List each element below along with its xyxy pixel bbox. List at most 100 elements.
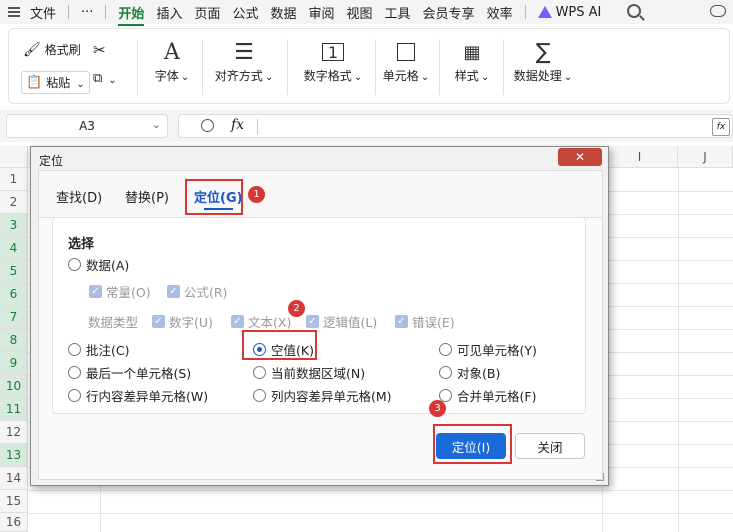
row-header[interactable]: 5 bbox=[0, 260, 28, 283]
cloud-upload-icon[interactable] bbox=[710, 5, 726, 17]
menu-tab-member[interactable]: 会员专享 bbox=[417, 3, 481, 22]
wps-ai-label: WPS AI bbox=[555, 4, 602, 20]
radio-visible-cells[interactable]: 可见单元格(Y) bbox=[439, 340, 537, 359]
style-label: 样式 bbox=[455, 67, 489, 84]
checkbox-constant[interactable]: ✓ 常量(O) bbox=[89, 282, 151, 301]
align-button[interactable]: ☰ 对齐方式 bbox=[209, 37, 279, 84]
paint-brush-icon: 🖌 bbox=[23, 41, 41, 58]
row-header[interactable]: 2 bbox=[0, 191, 28, 214]
row-header[interactable]: 10 bbox=[0, 375, 28, 398]
radio-current-region[interactable]: 当前数据区域(N) bbox=[253, 363, 365, 382]
radio-last-cell[interactable]: 最后一个单元格(S) bbox=[68, 363, 191, 382]
checkbox-formula-label: 公式(R) bbox=[184, 285, 228, 300]
cell-button[interactable]: 单元格 bbox=[379, 37, 433, 84]
tab-replace[interactable]: 替换(P) bbox=[125, 187, 169, 206]
name-box[interactable]: A3 ⌄ bbox=[6, 114, 168, 138]
ribbon-divider bbox=[137, 39, 138, 95]
radio-visible-cells-label: 可见单元格(Y) bbox=[457, 343, 537, 358]
hamburger-icon[interactable] bbox=[8, 7, 20, 17]
copy-button[interactable]: ⧉ bbox=[93, 71, 117, 86]
row-header[interactable]: 9 bbox=[0, 352, 28, 375]
row-header[interactable]: 7 bbox=[0, 306, 28, 329]
radio-dot bbox=[68, 366, 81, 379]
close-icon[interactable]: ✕ bbox=[558, 148, 602, 166]
menu-tab-efficiency[interactable]: 效率 bbox=[481, 3, 519, 22]
row-header[interactable]: 14 bbox=[0, 467, 28, 490]
radio-merged-cells[interactable]: 合并单元格(F) bbox=[439, 386, 536, 405]
checkbox-text[interactable]: ✓ 文本(X) bbox=[231, 312, 291, 331]
check-icon: ✓ bbox=[89, 285, 102, 298]
checkbox-text-label: 文本(X) bbox=[248, 315, 292, 330]
menu-tab-tools[interactable]: 工具 bbox=[379, 3, 417, 22]
style-icon: ▦ bbox=[463, 41, 481, 63]
chevron-down-icon bbox=[106, 72, 116, 86]
search-icon[interactable] bbox=[627, 4, 641, 18]
checkbox-formula[interactable]: ✓ 公式(R) bbox=[167, 282, 227, 301]
resize-grip-icon[interactable] bbox=[596, 473, 604, 481]
paste-button[interactable]: 📋 粘贴 bbox=[21, 71, 90, 94]
row-header[interactable]: 6 bbox=[0, 283, 28, 306]
paste-label: 粘贴 bbox=[46, 76, 71, 90]
menu-tab-page[interactable]: 页面 bbox=[188, 3, 226, 22]
radio-objects[interactable]: 对象(B) bbox=[439, 363, 500, 382]
row-header[interactable]: 8 bbox=[0, 329, 28, 352]
format-painter-label: 格式刷 bbox=[44, 43, 81, 57]
menu-separator bbox=[105, 5, 107, 19]
column-header-i[interactable]: I bbox=[602, 146, 678, 168]
radio-comment[interactable]: 批注(C) bbox=[68, 340, 129, 359]
menu-tab-review[interactable]: 审阅 bbox=[303, 3, 341, 22]
zoom-icon[interactable] bbox=[201, 119, 214, 132]
row-header[interactable]: 12 bbox=[0, 421, 28, 444]
section-title: 选择 bbox=[68, 237, 95, 252]
align-label: 对齐方式 bbox=[215, 67, 273, 84]
menu-tab-home[interactable]: 开始 bbox=[112, 3, 150, 26]
row-header[interactable]: 3 bbox=[0, 214, 28, 237]
fx-icon[interactable]: fx bbox=[231, 117, 244, 133]
font-button[interactable]: A 字体 bbox=[147, 37, 197, 84]
step-badge-1: 1 bbox=[248, 186, 265, 203]
cut-button[interactable]: ✂ bbox=[93, 41, 106, 59]
row-header[interactable]: 1 bbox=[0, 168, 28, 191]
menu-more[interactable]: ··· bbox=[75, 5, 99, 20]
insert-function-icon[interactable]: fx bbox=[712, 118, 730, 136]
tab-find[interactable]: 查找(D) bbox=[56, 187, 102, 206]
row-header[interactable]: 16 bbox=[0, 513, 28, 532]
font-label: 字体 bbox=[155, 67, 189, 84]
menu-tab-data[interactable]: 数据 bbox=[264, 3, 302, 22]
checkbox-number[interactable]: ✓ 数字(U) bbox=[152, 312, 213, 331]
row-header[interactable]: 11 bbox=[0, 398, 28, 421]
data-process-button[interactable]: ∑ 数据处理 bbox=[511, 37, 575, 84]
menu-tab-formula[interactable]: 公式 bbox=[226, 3, 264, 22]
number-format-label: 数字格式 bbox=[304, 67, 362, 84]
number-format-button[interactable]: 1 数字格式 bbox=[295, 37, 371, 84]
row-header[interactable]: 15 bbox=[0, 490, 28, 513]
radio-comment-label: 批注(C) bbox=[86, 343, 130, 358]
close-button[interactable]: 关闭 bbox=[515, 433, 585, 459]
format-painter-button[interactable]: 🖌 格式刷 bbox=[23, 41, 81, 58]
highlight-blank-option bbox=[242, 330, 317, 360]
menu-file[interactable]: 文件 bbox=[24, 3, 62, 22]
formula-input[interactable]: fx fx bbox=[178, 114, 733, 138]
dialog-tabs: 查找(D) 替换(P) 定位(G) bbox=[38, 170, 603, 217]
style-button[interactable]: ▦ 样式 bbox=[447, 37, 497, 84]
radio-row-diff[interactable]: 行内容差异单元格(W) bbox=[68, 386, 208, 405]
highlight-ok-button bbox=[433, 424, 512, 464]
row-header[interactable]: 4 bbox=[0, 237, 28, 260]
column-header-j[interactable]: J bbox=[678, 146, 733, 168]
menu-tab-insert[interactable]: 插入 bbox=[150, 3, 188, 22]
checkbox-error[interactable]: ✓ 错误(E) bbox=[395, 312, 455, 331]
chevron-down-icon[interactable]: ⌄ bbox=[152, 118, 161, 131]
wps-ai-button[interactable]: WPS AI bbox=[537, 4, 602, 20]
check-icon: ✓ bbox=[152, 315, 165, 328]
sigma-icon: ∑ bbox=[535, 39, 551, 65]
grid-line bbox=[28, 490, 733, 491]
menu-tab-view[interactable]: 视图 bbox=[341, 3, 379, 22]
corner-cell[interactable] bbox=[0, 146, 28, 168]
ribbon-divider bbox=[202, 39, 203, 95]
checkbox-logical[interactable]: ✓ 逻辑值(L) bbox=[306, 312, 377, 331]
radio-data[interactable]: 数据(A) bbox=[68, 255, 129, 274]
radio-current-region-label: 当前数据区域(N) bbox=[271, 366, 366, 381]
row-header[interactable]: 13 bbox=[0, 444, 28, 467]
formula-bar: A3 ⌄ fx fx bbox=[0, 110, 733, 142]
radio-col-diff[interactable]: 列内容差异单元格(M) bbox=[253, 386, 392, 405]
